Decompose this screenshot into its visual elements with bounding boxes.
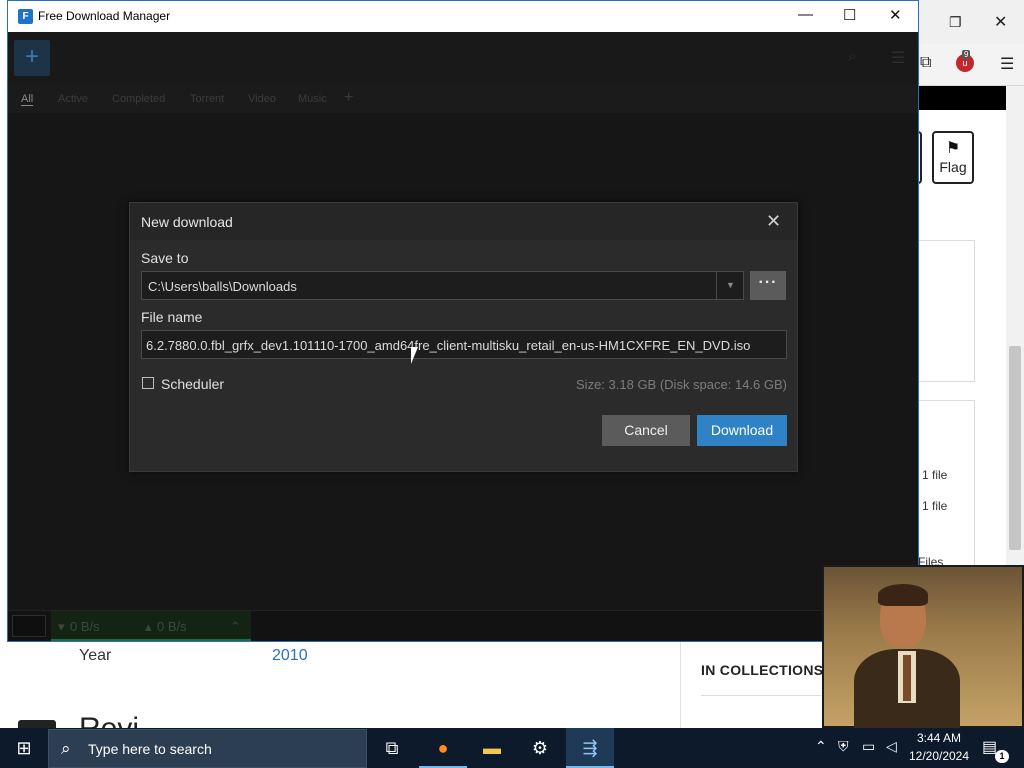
maximize-icon[interactable]: ☐ xyxy=(843,6,856,24)
flag-button[interactable]: ⚑ Flag xyxy=(932,131,974,184)
status-toggle[interactable] xyxy=(12,615,46,637)
menu-icon[interactable]: ☰ xyxy=(1000,54,1014,74)
save-to-label: Save to xyxy=(141,250,189,266)
tab-video[interactable]: Video xyxy=(248,93,276,105)
minimize-icon[interactable]: — xyxy=(798,6,813,23)
menu-icon[interactable]: ☰ xyxy=(891,48,905,68)
fdm-logo-icon: F xyxy=(18,9,33,24)
clock-time[interactable]: 3:44 AM xyxy=(906,731,972,745)
chevron-down-icon[interactable]: ▼ xyxy=(716,272,744,299)
collections-heading: IN COLLECTIONS xyxy=(701,662,824,678)
tab-all[interactable]: All xyxy=(21,93,34,106)
scheduler-label[interactable]: Scheduler xyxy=(161,376,224,392)
browse-folder-button[interactable]: ··· xyxy=(750,271,786,300)
search-placeholder: Type here to search xyxy=(88,741,212,757)
close-icon[interactable]: ✕ xyxy=(766,211,781,232)
mouse-cursor-icon xyxy=(411,347,418,364)
windows-start-icon[interactable]: ⊞ xyxy=(0,728,48,768)
window-title: Free Download Manager xyxy=(38,9,171,23)
flag-icon: ⚑ xyxy=(945,140,961,157)
flag-label: Flag xyxy=(939,159,967,175)
task-view-icon[interactable]: ⧉ xyxy=(368,728,416,768)
save-to-value[interactable]: C:\Users\balls\Downloads xyxy=(148,279,297,294)
year-link[interactable]: 2010 xyxy=(272,647,308,665)
file-count[interactable]: 1 file xyxy=(922,468,947,482)
person-image xyxy=(878,584,928,606)
fdm-titlebar: F Free Download Manager — ☐ ✕ xyxy=(8,1,918,32)
upload-arrow-icon: ▴ xyxy=(145,619,152,634)
volume-muted-icon[interactable]: ◁ xyxy=(886,738,897,755)
add-tab-icon[interactable]: + xyxy=(344,89,353,107)
fdm-toolbar xyxy=(8,32,918,84)
browser-banner xyxy=(918,86,1006,110)
tab-music[interactable]: Music xyxy=(298,93,327,105)
browser-toolbar: ⧉ u 9 ☰ xyxy=(918,44,1024,86)
download-arrow-icon: ▾ xyxy=(58,619,65,634)
expand-icon[interactable]: ⌃ xyxy=(230,619,241,635)
person-image xyxy=(903,655,911,701)
tab-active[interactable]: Active xyxy=(58,93,88,105)
download-speed: 0 B/s xyxy=(70,619,100,634)
dialog-title: New download xyxy=(141,214,233,230)
file-name-input[interactable]: 6.2.7880.0.fbl_grfx_dev1.101110-1700_amd… xyxy=(141,330,787,359)
taskbar-search-input[interactable]: ⌕ Type here to search xyxy=(48,729,367,768)
cancel-button[interactable]: Cancel xyxy=(602,415,690,446)
download-button[interactable]: Download xyxy=(697,415,787,446)
scrollbar-thumb[interactable] xyxy=(1009,346,1021,550)
tab-torrent[interactable]: Torrent xyxy=(190,93,224,105)
save-to-combobox[interactable]: C:\Users\balls\Downloads ▼ xyxy=(141,271,744,300)
settings-gear-icon[interactable]: ⚙ xyxy=(516,728,564,768)
size-info: Size: 3.18 GB (Disk space: 14.6 GB) xyxy=(576,377,787,392)
close-icon[interactable]: ✕ xyxy=(994,12,1007,32)
notification-badge: 1 xyxy=(995,750,1009,763)
column-divider xyxy=(680,641,681,728)
file-count[interactable]: 1 file xyxy=(922,499,947,513)
extension-badge: 9 xyxy=(962,50,971,59)
network-icon[interactable]: ▭ xyxy=(862,738,875,755)
clock-date[interactable]: 12/20/2024 xyxy=(906,749,972,763)
scheduler-checkbox[interactable] xyxy=(142,377,154,389)
sidebar-card xyxy=(918,240,975,382)
file-explorer-icon[interactable]: ▬ xyxy=(468,728,516,768)
video-overlay xyxy=(822,565,1024,729)
search-icon: ⌕ xyxy=(61,739,71,758)
file-name-value[interactable]: 6.2.7880.0.fbl_grfx_dev1.101110-1700_amd… xyxy=(146,338,750,353)
chevron-up-icon[interactable]: ⌃ xyxy=(815,738,827,755)
tab-completed[interactable]: Completed xyxy=(112,93,165,105)
new-download-dialog: New download ✕ Save to C:\Users\balls\Do… xyxy=(129,202,798,472)
extensions-icon[interactable]: ⧉ xyxy=(920,54,931,72)
year-label: Year xyxy=(79,647,112,664)
add-download-button[interactable]: + xyxy=(14,40,50,76)
dialog-header: New download ✕ xyxy=(130,203,797,240)
restore-icon[interactable]: ❐ xyxy=(949,14,962,31)
files-card xyxy=(918,400,975,568)
reviews-icon xyxy=(18,720,56,728)
search-icon[interactable]: ⌕ xyxy=(848,48,857,66)
browser-titlebar: ❐ ✕ xyxy=(918,0,1024,44)
divider xyxy=(701,695,821,696)
security-icon[interactable]: ⛨ xyxy=(838,738,849,755)
fdm-taskbar-icon[interactable]: ⇶ xyxy=(566,728,614,768)
upload-speed: 0 B/s xyxy=(157,619,187,634)
firefox-icon[interactable]: ● xyxy=(419,728,467,768)
file-name-label: File name xyxy=(141,309,203,325)
close-icon[interactable]: ✕ xyxy=(889,6,902,24)
